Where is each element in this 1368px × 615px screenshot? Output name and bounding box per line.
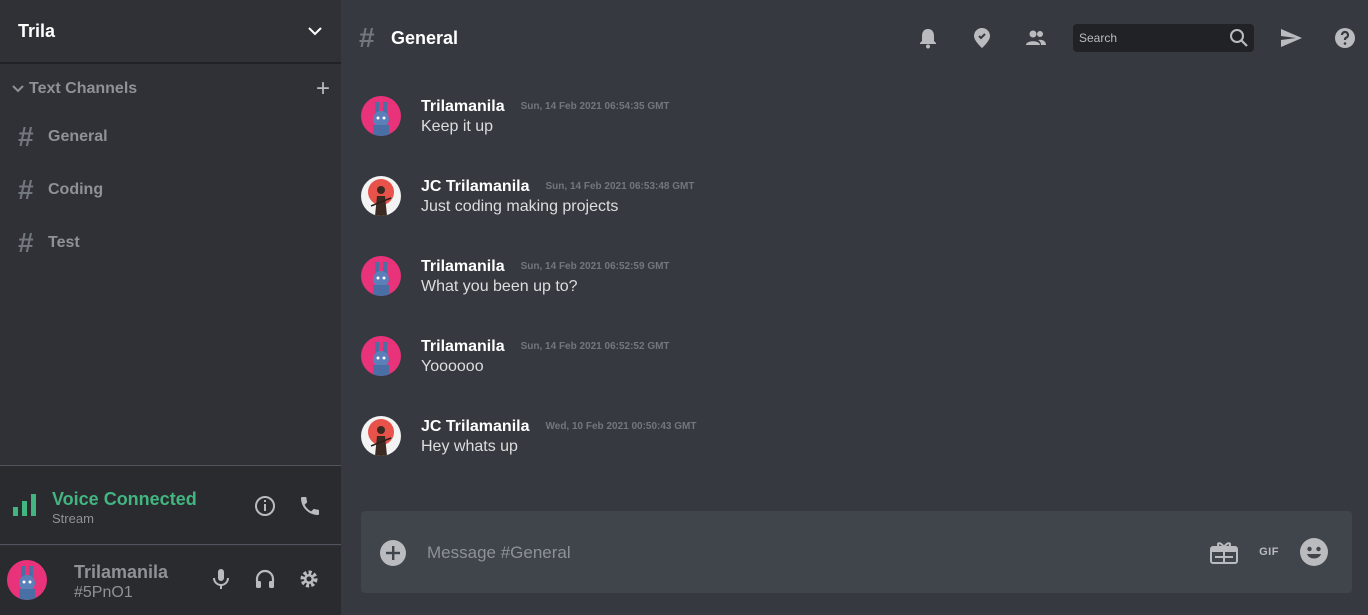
- message-text: Hey whats up: [421, 438, 518, 455]
- search-icon[interactable]: [1229, 28, 1249, 48]
- headphones-icon[interactable]: [252, 566, 278, 592]
- server-name: Trila: [18, 20, 56, 41]
- sidebar-item-coding[interactable]: # Coding: [18, 172, 318, 208]
- avatar[interactable]: [361, 96, 401, 136]
- message-item: JC Trilamanila Sun, 14 Feb 2021 06:53:48 …: [361, 156, 1341, 216]
- add-attachment-icon[interactable]: [379, 539, 407, 567]
- channel-header: # General: [341, 0, 1368, 76]
- search-box[interactable]: [1073, 24, 1254, 52]
- info-icon[interactable]: [253, 494, 277, 518]
- help-icon[interactable]: [1333, 26, 1357, 50]
- microphone-icon[interactable]: [208, 566, 234, 592]
- message-item: Trilamanila Sun, 14 Feb 2021 06:52:52 GMT…: [361, 316, 1341, 376]
- signal-bars-icon: [13, 494, 36, 516]
- server-header[interactable]: Trila: [0, 0, 341, 64]
- message-text: Just coding making projects: [421, 198, 619, 215]
- message-item: Trilamanila Sun, 14 Feb 2021 06:54:35 GMT…: [361, 76, 1341, 136]
- user-panel: Trilamanila #5PnO1: [0, 546, 341, 615]
- gift-icon[interactable]: [1209, 537, 1239, 567]
- avatar[interactable]: [361, 336, 401, 376]
- avatar[interactable]: [361, 416, 401, 456]
- settings-gear-icon[interactable]: [296, 566, 322, 592]
- channel-label: Coding: [48, 181, 104, 198]
- message-author[interactable]: Trilamanila: [421, 258, 505, 275]
- message-author[interactable]: JC Trilamanila: [421, 178, 530, 195]
- message-text: Yoooooo: [421, 358, 484, 375]
- category-label: Text Channels: [29, 80, 138, 97]
- message-timestamp: Wed, 10 Feb 2021 00:50:43 GMT: [545, 421, 697, 432]
- category-text-channels[interactable]: Text Channels +: [12, 77, 330, 101]
- chevron-down-icon[interactable]: [12, 84, 24, 94]
- message-text: What you been up to?: [421, 278, 578, 295]
- message-author[interactable]: Trilamanila: [421, 338, 505, 355]
- channel-label: General: [48, 128, 108, 145]
- members-list-icon[interactable]: [1024, 26, 1048, 50]
- message-composer: GIF: [361, 511, 1352, 593]
- chevron-down-icon[interactable]: [307, 23, 323, 39]
- message-input[interactable]: [425, 541, 1125, 565]
- add-channel-icon[interactable]: +: [316, 77, 330, 101]
- username: Trilamanila: [74, 562, 169, 582]
- gif-button[interactable]: GIF: [1254, 537, 1284, 567]
- sidebar-item-general[interactable]: # General: [18, 119, 318, 155]
- voice-panel: Voice Connected Stream: [0, 465, 341, 545]
- emoji-icon[interactable]: [1299, 537, 1329, 567]
- sidebar-item-test[interactable]: # Test: [18, 225, 318, 261]
- page-title: General: [391, 28, 459, 48]
- message-list: Trilamanila Sun, 14 Feb 2021 06:54:35 GMT…: [341, 76, 1368, 496]
- pin-icon[interactable]: [970, 26, 994, 50]
- user-tag: #5PnO1: [74, 584, 133, 601]
- avatar[interactable]: [361, 176, 401, 216]
- message-author[interactable]: JC Trilamanila: [421, 418, 530, 435]
- message-timestamp: Sun, 14 Feb 2021 06:53:48 GMT: [545, 181, 695, 192]
- hashtag-icon: #: [18, 174, 34, 205]
- channel-sidebar: Trila Text Channels + # General # Coding…: [0, 0, 341, 615]
- message-timestamp: Sun, 14 Feb 2021 06:54:35 GMT: [520, 101, 670, 112]
- message-timestamp: Sun, 14 Feb 2021 06:52:59 GMT: [520, 261, 670, 272]
- message-item: JC Trilamanila Wed, 10 Feb 2021 00:50:43 …: [361, 396, 1341, 456]
- avatar[interactable]: [7, 560, 47, 600]
- channel-label: Test: [48, 234, 80, 251]
- notification-bell-icon[interactable]: [916, 26, 940, 50]
- voice-channel-name: Stream: [52, 511, 94, 526]
- voice-status[interactable]: Voice Connected: [52, 489, 197, 510]
- hashtag-icon: #: [359, 22, 375, 53]
- hashtag-icon: #: [18, 121, 34, 152]
- message-text: Keep it up: [421, 118, 494, 135]
- send-icon[interactable]: [1279, 26, 1303, 50]
- hashtag-icon: #: [18, 227, 34, 258]
- message-author[interactable]: Trilamanila: [421, 98, 505, 115]
- search-input[interactable]: [1077, 28, 1227, 48]
- avatar[interactable]: [361, 256, 401, 296]
- message-timestamp: Sun, 14 Feb 2021 06:52:52 GMT: [520, 341, 670, 352]
- disconnect-phone-icon[interactable]: [298, 494, 322, 518]
- message-item: Trilamanila Sun, 14 Feb 2021 06:52:59 GMT…: [361, 236, 1341, 296]
- gif-label: GIF: [1259, 546, 1279, 558]
